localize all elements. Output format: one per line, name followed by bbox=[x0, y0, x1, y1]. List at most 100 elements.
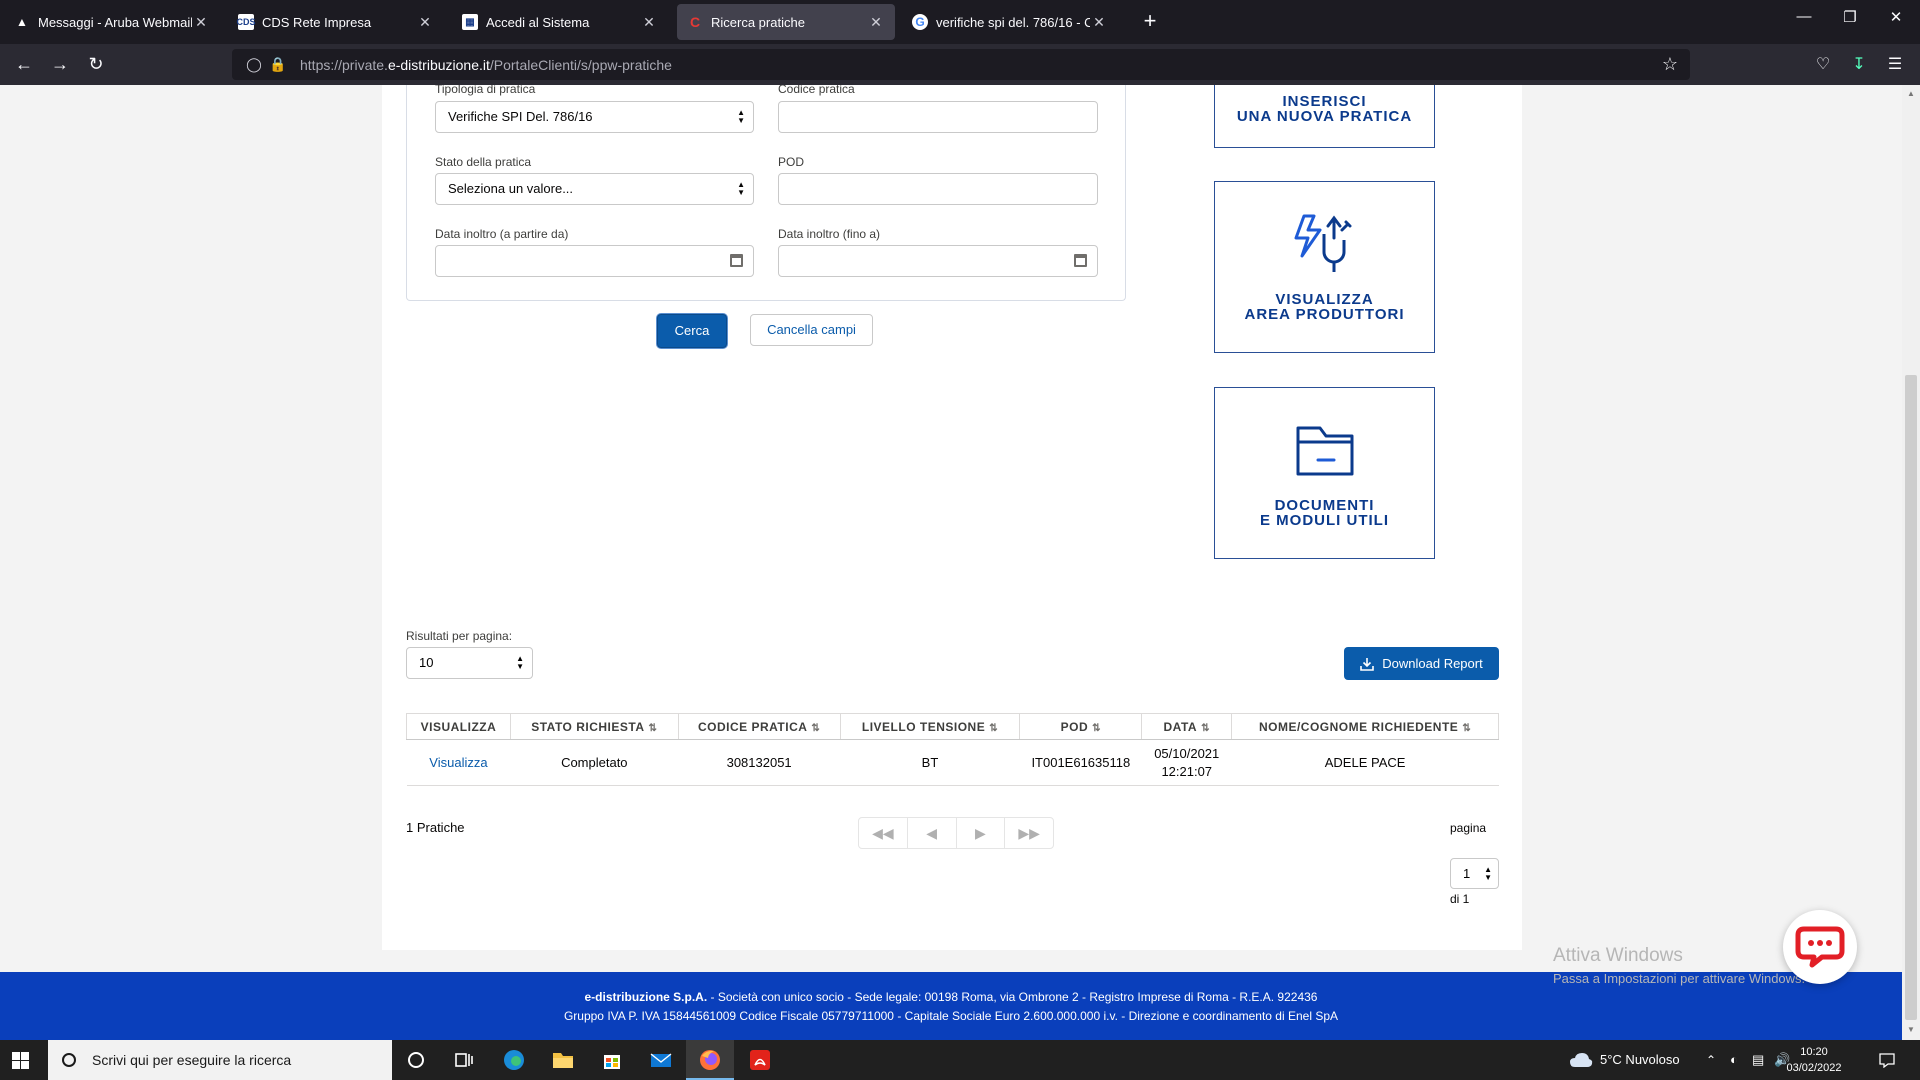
download-report-button[interactable]: Download Report bbox=[1344, 647, 1499, 680]
tab-aruba-webmail[interactable]: ▲ Messaggi - Aruba Webmail ✕ bbox=[4, 4, 220, 40]
codice-pratica-input[interactable] bbox=[778, 101, 1098, 133]
close-tab-icon[interactable]: ✕ bbox=[867, 14, 885, 31]
column-header-codice-pratica[interactable]: CODICE PRATICA ⇅ bbox=[677, 713, 841, 740]
page-scrollbar[interactable]: ▲ ▼ bbox=[1902, 85, 1920, 1040]
pocket-icon[interactable]: ♡ bbox=[1812, 54, 1834, 76]
results-table: VISUALIZZA STATO RICHIESTA ⇅ CODICE PRATI… bbox=[406, 713, 1499, 786]
notifications-icon[interactable] bbox=[1878, 1052, 1896, 1068]
clock-time: 10:20 bbox=[1800, 1046, 1828, 1058]
windows-taskbar: Scrivi qui per eseguire la ricerca 5°C N… bbox=[0, 1040, 1920, 1080]
sort-icon[interactable]: ⇅ bbox=[1092, 723, 1101, 734]
stato-pratica-select[interactable]: Seleziona un valore... ▲ ▼ bbox=[435, 173, 754, 205]
taskbar-search-box[interactable]: Scrivi qui per eseguire la ricerca bbox=[48, 1040, 392, 1080]
page-viewport: Tipologia di pratica Verifiche SPI Del. … bbox=[0, 85, 1902, 1040]
tab-accedi-al-sistema[interactable]: ▦ Accedi al Sistema ✕ bbox=[452, 4, 668, 40]
card-label: VISUALIZZA AREA PRODUTTORI bbox=[1244, 291, 1405, 323]
file-explorer-icon[interactable] bbox=[549, 1046, 577, 1074]
calendar-icon[interactable] bbox=[1074, 254, 1087, 267]
reload-button[interactable]: ↻ bbox=[84, 53, 108, 77]
scroll-up-arrow-icon[interactable]: ▲ bbox=[1902, 89, 1920, 98]
rpp-selected-value: 10 bbox=[419, 655, 434, 670]
acrobat-reader-icon[interactable] bbox=[746, 1046, 774, 1074]
tab-title: CDS Rete Impresa bbox=[262, 14, 372, 30]
next-page-button[interactable]: ▶ bbox=[957, 818, 1006, 848]
scroll-down-arrow-icon[interactable]: ▼ bbox=[1902, 1025, 1920, 1034]
data-inoltro-a-label: Data inoltro (fino a) bbox=[778, 227, 881, 241]
minimize-window-button[interactable]: — bbox=[1784, 8, 1824, 25]
cell-data: 05/10/2021 12:21:07 bbox=[1141, 739, 1232, 786]
data-inoltro-da-input[interactable] bbox=[435, 245, 754, 277]
data-inoltro-da-label: Data inoltro (a partire da) bbox=[435, 227, 569, 241]
new-tab-button[interactable]: + bbox=[1136, 8, 1164, 36]
table-row: Visualizza Completato 308132051 BT IT001… bbox=[406, 739, 1499, 786]
close-tab-icon[interactable]: ✕ bbox=[192, 14, 210, 31]
area-produttori-card[interactable]: VISUALIZZA AREA PRODUTTORI bbox=[1214, 181, 1435, 353]
back-button[interactable]: ← bbox=[12, 53, 36, 77]
first-page-button[interactable]: ◀◀ bbox=[859, 818, 908, 848]
tab-ricerca-pratiche[interactable]: С Ricerca pratiche ✕ bbox=[677, 4, 895, 40]
risultati-per-pagina-label: Risultati per pagina: bbox=[406, 629, 513, 643]
risultati-per-pagina-select[interactable]: 10 ▲ ▼ bbox=[406, 647, 533, 679]
sort-icon[interactable]: ⇅ bbox=[1462, 723, 1471, 734]
tracking-protection-icon[interactable]: ◯ bbox=[242, 56, 266, 73]
inserisci-nuova-pratica-card[interactable]: INSERISCI UNA NUOVA PRATICA bbox=[1214, 85, 1435, 148]
previous-page-button[interactable]: ◀ bbox=[908, 818, 957, 848]
firefox-icon[interactable] bbox=[696, 1046, 724, 1074]
sort-icon[interactable]: ⇅ bbox=[649, 723, 658, 734]
column-header-data[interactable]: DATA ⇅ bbox=[1141, 713, 1233, 740]
scrollbar-thumb[interactable] bbox=[1905, 375, 1917, 1020]
watermark-subtitle: Passa a Impostazioni per attivare Window… bbox=[1553, 971, 1806, 986]
show-hidden-icons-chevron-icon[interactable]: ⌃ bbox=[1706, 1040, 1716, 1080]
network-icon[interactable]: ▤ bbox=[1752, 1040, 1764, 1080]
tab-cds-rete-impresa[interactable]: CDS CDS Rete Impresa ✕ bbox=[228, 4, 444, 40]
sort-icon[interactable]: ⇅ bbox=[989, 723, 998, 734]
column-header-nome-cognome[interactable]: NOME/COGNOME RICHIEDENTE ⇅ bbox=[1231, 713, 1499, 740]
column-header-stato-richiesta[interactable]: STATO RICHIESTA ⇅ bbox=[509, 713, 679, 740]
tab-google-search[interactable]: G verifiche spi del. 786/16 - Cerca con … bbox=[902, 4, 1118, 40]
sort-icon[interactable]: ⇅ bbox=[811, 723, 820, 734]
cortana-icon[interactable] bbox=[402, 1046, 430, 1074]
documenti-moduli-card[interactable]: DOCUMENTI E MODULI UTILI bbox=[1214, 387, 1435, 559]
taskbar-clock[interactable]: 10:20 03/02/2022 bbox=[1784, 1044, 1844, 1076]
stepper-arrows-icon[interactable]: ▲ ▼ bbox=[1484, 866, 1492, 882]
chatbot-button[interactable] bbox=[1783, 910, 1857, 984]
lock-icon[interactable]: 🔒 bbox=[266, 56, 290, 73]
table-header-row: VISUALIZZA STATO RICHIESTA ⇅ CODICE PRATI… bbox=[406, 713, 1499, 740]
tipologia-select[interactable]: Verifiche SPI Del. 786/16 ▲ ▼ bbox=[435, 101, 754, 133]
menu-icon[interactable]: ☰ bbox=[1884, 54, 1906, 76]
calendar-icon[interactable] bbox=[730, 254, 743, 267]
tab-title: Ricerca pratiche bbox=[711, 14, 805, 30]
forward-button[interactable]: → bbox=[48, 53, 72, 77]
address-bar[interactable]: ◯ 🔒 https://private.e-distribuzione.it/P… bbox=[232, 49, 1690, 80]
edge-browser-icon[interactable] bbox=[500, 1046, 528, 1074]
task-view-icon[interactable] bbox=[450, 1046, 478, 1074]
cerca-button[interactable]: Cerca bbox=[657, 314, 727, 348]
close-tab-icon[interactable]: ✕ bbox=[416, 14, 434, 31]
browser-nav-bar: ← → ↻ ◯ 🔒 https://private.e-distribuzion… bbox=[0, 44, 1920, 85]
footer-legal-info: - Società con unico socio - Sede legale:… bbox=[707, 990, 1318, 1004]
restore-window-button[interactable]: ❐ bbox=[1830, 8, 1870, 26]
microsoft-store-icon[interactable] bbox=[598, 1046, 626, 1074]
close-tab-icon[interactable]: ✕ bbox=[640, 14, 658, 31]
column-header-pod[interactable]: POD ⇅ bbox=[1019, 713, 1143, 740]
select-arrows-icon: ▲ ▼ bbox=[737, 180, 745, 197]
cell-visualizza: Visualizza bbox=[406, 739, 511, 786]
meet-now-icon[interactable]: ◐ bbox=[1730, 1040, 1738, 1080]
mail-icon[interactable] bbox=[647, 1046, 675, 1074]
page-number-input[interactable]: 1 ▲ ▼ bbox=[1450, 858, 1499, 889]
visualizza-link[interactable]: Visualizza bbox=[429, 755, 487, 770]
close-tab-icon[interactable]: ✕ bbox=[1090, 14, 1108, 31]
close-window-button[interactable]: ✕ bbox=[1876, 8, 1916, 26]
start-button[interactable] bbox=[12, 1052, 29, 1069]
cell-codice-pratica: 308132051 bbox=[678, 739, 841, 786]
last-page-button[interactable]: ▶▶ bbox=[1005, 818, 1053, 848]
sort-icon[interactable]: ⇅ bbox=[1201, 723, 1210, 734]
pod-input[interactable] bbox=[778, 173, 1098, 205]
bookmark-star-icon[interactable]: ☆ bbox=[1662, 54, 1678, 75]
weather-status[interactable]: 5°C Nuvoloso bbox=[1600, 1040, 1680, 1080]
data-inoltro-a-input[interactable] bbox=[778, 245, 1098, 277]
cancella-campi-button[interactable]: Cancella campi bbox=[750, 314, 873, 346]
downloads-icon[interactable]: ↧ bbox=[1848, 54, 1870, 76]
cloud-weather-icon[interactable] bbox=[1568, 1050, 1594, 1070]
column-header-livello-tensione[interactable]: LIVELLO TENSIONE ⇅ bbox=[839, 713, 1021, 740]
